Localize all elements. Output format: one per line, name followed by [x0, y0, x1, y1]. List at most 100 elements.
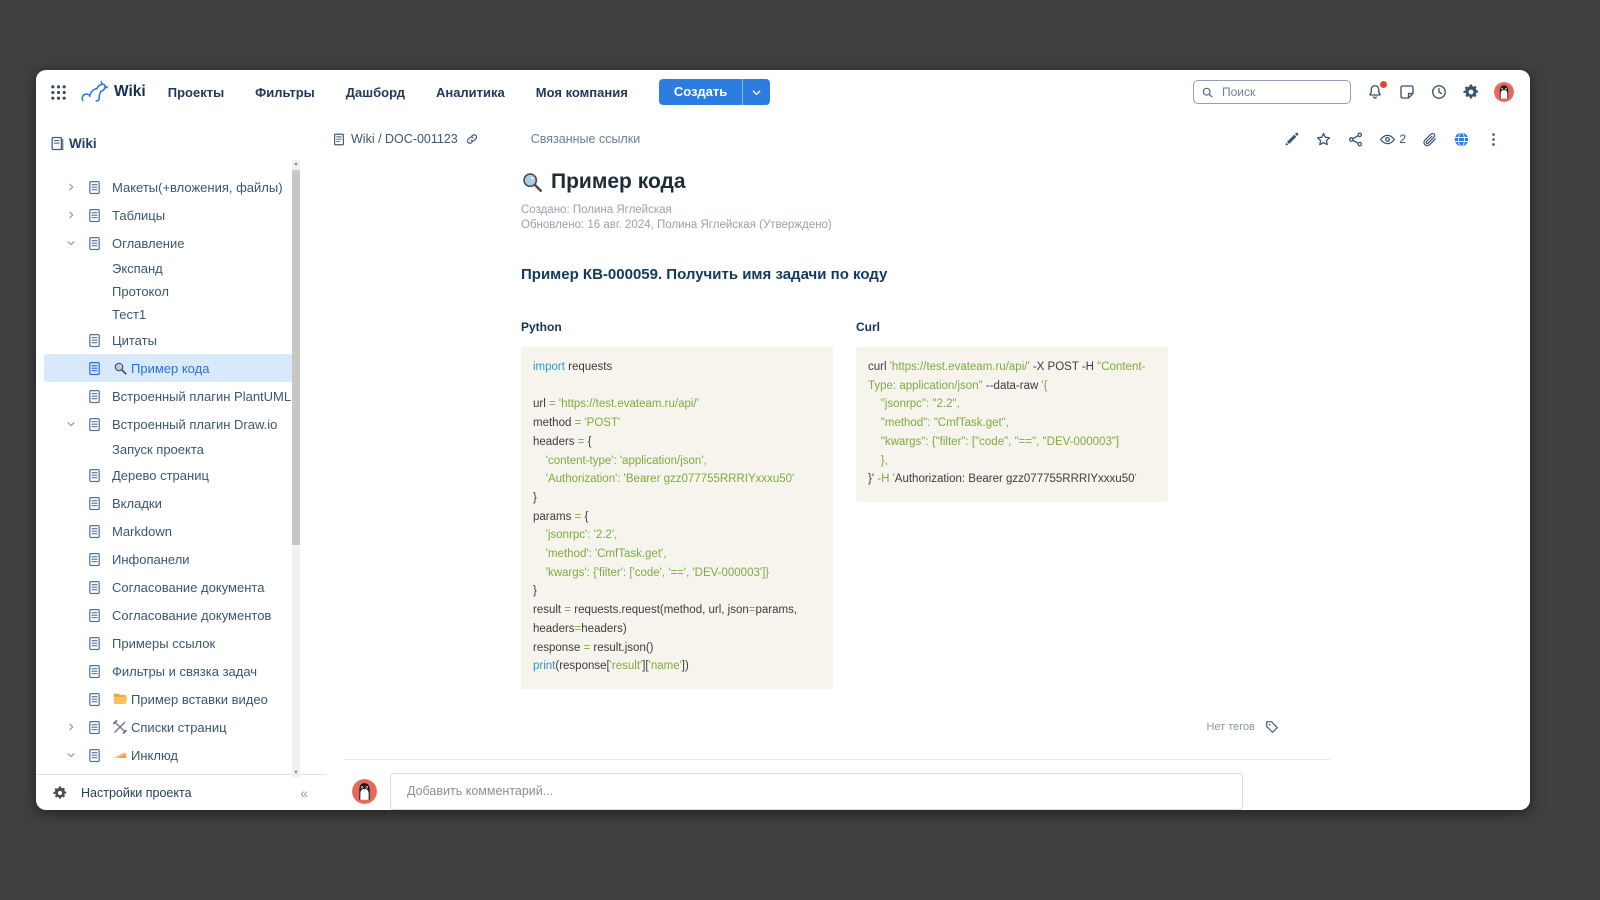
sidebar-item[interactable]: Экспанд	[44, 257, 293, 280]
more-menu-icon[interactable]	[1485, 131, 1502, 148]
tag-icon[interactable]	[1264, 719, 1280, 735]
sidebar-item[interactable]: Согласование документов	[44, 601, 293, 629]
sidebar-item[interactable]: Цитаты	[44, 326, 293, 354]
sidebar-scrollbar[interactable]: ▲ ▼	[292, 160, 300, 777]
sidebar-item-label: Вкладки	[112, 496, 162, 511]
breadcrumb-row: Wiki / DOC-001123 Связанные ссылки	[326, 124, 1530, 154]
sidebar-item[interactable]: Дерево страниц	[44, 461, 293, 489]
edit-icon[interactable]	[1283, 131, 1300, 148]
sidebar-item[interactable]: Списки страниц	[44, 713, 293, 741]
breadcrumb-label[interactable]: Wiki / DOC-001123	[351, 132, 458, 146]
document-icon	[87, 207, 102, 224]
share-icon[interactable]	[1347, 131, 1364, 148]
sidebar-item-label: Инклюд	[131, 748, 178, 763]
chevron-right-icon[interactable]	[66, 210, 80, 220]
settings-icon[interactable]	[1462, 83, 1480, 101]
sidebar-header[interactable]: Wiki	[36, 114, 326, 159]
sidebar-item[interactable]: Тест1	[44, 303, 293, 326]
create-button-label[interactable]: Создать	[659, 79, 742, 105]
document-icon	[87, 663, 102, 680]
document-icon	[87, 495, 102, 512]
nav-item[interactable]: Дашборд	[346, 85, 405, 100]
sidebar-item[interactable]: Вкладки	[44, 489, 293, 517]
search-input[interactable]	[1220, 84, 1330, 100]
views-counter[interactable]: 2	[1379, 131, 1406, 148]
nav-item[interactable]: Фильтры	[255, 85, 315, 100]
nav-item[interactable]: Проекты	[168, 85, 224, 100]
project-settings-gear-icon[interactable]	[52, 785, 68, 801]
link-icon[interactable]	[465, 132, 479, 147]
chevron-down-icon[interactable]	[66, 238, 80, 248]
notifications-icon[interactable]	[1366, 83, 1384, 101]
sidebar-item[interactable]: Пример вставки видео	[44, 685, 293, 713]
nav-item[interactable]: Моя компания	[536, 85, 628, 100]
scrollbar-thumb[interactable]	[292, 170, 300, 545]
scroll-up-icon[interactable]: ▲	[292, 160, 300, 168]
sidebar-item[interactable]: Пример кода	[44, 354, 293, 382]
sidebar-item[interactable]: Запуск проекта	[44, 438, 293, 461]
sidebar-collapse-button[interactable]: «	[300, 785, 308, 801]
document-icon	[87, 691, 102, 708]
code-columns: Pythonimport requests url = 'https://tes…	[521, 320, 1333, 689]
sidebar-item-label: Пример вставки видео	[131, 692, 268, 707]
sidebar-item[interactable]: Встроенный плагин PlantUML	[44, 382, 293, 410]
sidebar-item[interactable]: Инфопанели	[44, 545, 293, 573]
attachment-icon[interactable]	[1421, 131, 1438, 148]
project-settings-label[interactable]: Настройки проекта	[81, 786, 192, 800]
article: Пример кода Создано: Полина Яглейская Об…	[521, 170, 1333, 689]
scroll-down-icon[interactable]: ▼	[292, 769, 300, 777]
document-icon	[87, 579, 102, 596]
sidebar-item[interactable]: Согласование документа	[44, 573, 293, 601]
sidebar-item-label: Экспанд	[112, 261, 163, 276]
chevron-down-icon[interactable]	[66, 419, 80, 429]
code-block-title: Python	[521, 320, 833, 334]
sidebar-item[interactable]: Протокол	[44, 280, 293, 303]
sidebar-item-label: Тест1	[112, 307, 146, 322]
create-dropdown-button[interactable]	[742, 79, 770, 105]
apps-grid-icon[interactable]	[50, 84, 67, 101]
user-avatar[interactable]	[1494, 82, 1514, 102]
sidebar-item[interactable]: Таблицы	[44, 201, 293, 229]
sidebar-item-label: Протокол	[112, 284, 169, 299]
notification-badge	[1380, 81, 1387, 88]
sidebar-footer: Настройки проекта «	[36, 774, 326, 810]
document-icon	[87, 416, 102, 433]
breadcrumb[interactable]: Wiki / DOC-001123	[332, 132, 479, 147]
sidebar-item[interactable]: Инклюд	[44, 741, 293, 769]
sidebar-item[interactable]: Markdown	[44, 517, 293, 545]
chevron-down-icon[interactable]	[66, 750, 80, 760]
tab-related-links[interactable]: Связанные ссылки	[531, 132, 640, 146]
sidebar-item[interactable]: Встроенный плагин Draw.io	[44, 410, 293, 438]
document-icon	[87, 360, 102, 377]
chevron-right-icon[interactable]	[66, 182, 80, 192]
nav-item[interactable]: Аналитика	[436, 85, 505, 100]
search-icon	[1201, 86, 1214, 99]
sidebar-item-label: Пример кода	[131, 361, 209, 376]
document-icon	[87, 179, 102, 196]
document-icon	[87, 607, 102, 624]
history-icon[interactable]	[1430, 83, 1448, 101]
views-count: 2	[1399, 132, 1406, 146]
sidebar-item[interactable]: Макеты(+вложения, файлы)	[44, 173, 293, 201]
document-icon	[87, 551, 102, 568]
page-toolbar: 2	[1283, 131, 1502, 148]
search-box[interactable]	[1193, 80, 1351, 104]
sidebar-item-label: Markdown	[112, 524, 172, 539]
sidebar-item-label: Встроенный плагин Draw.io	[112, 417, 277, 432]
sidebar-item[interactable]: Оглавление	[44, 229, 293, 257]
code-block: Pythonimport requests url = 'https://tes…	[521, 320, 833, 689]
document-icon	[87, 523, 102, 540]
star-icon[interactable]	[1315, 131, 1332, 148]
sidebar-item[interactable]: Примеры ссылок	[44, 629, 293, 657]
eye-icon	[1379, 131, 1396, 148]
chevron-down-icon	[751, 87, 762, 98]
comment-input[interactable]	[390, 773, 1243, 810]
page-meta: Создано: Полина Яглейская Обновлено: 16 …	[521, 203, 1333, 233]
topbar-icons	[1366, 82, 1514, 102]
sidebar-item[interactable]: Фильтры и связка задач	[44, 657, 293, 685]
globe-icon[interactable]	[1453, 131, 1470, 148]
create-button[interactable]: Создать	[659, 79, 770, 105]
notes-icon[interactable]	[1398, 83, 1416, 101]
app-title[interactable]: Wiki	[114, 83, 146, 101]
chevron-right-icon[interactable]	[66, 722, 80, 732]
